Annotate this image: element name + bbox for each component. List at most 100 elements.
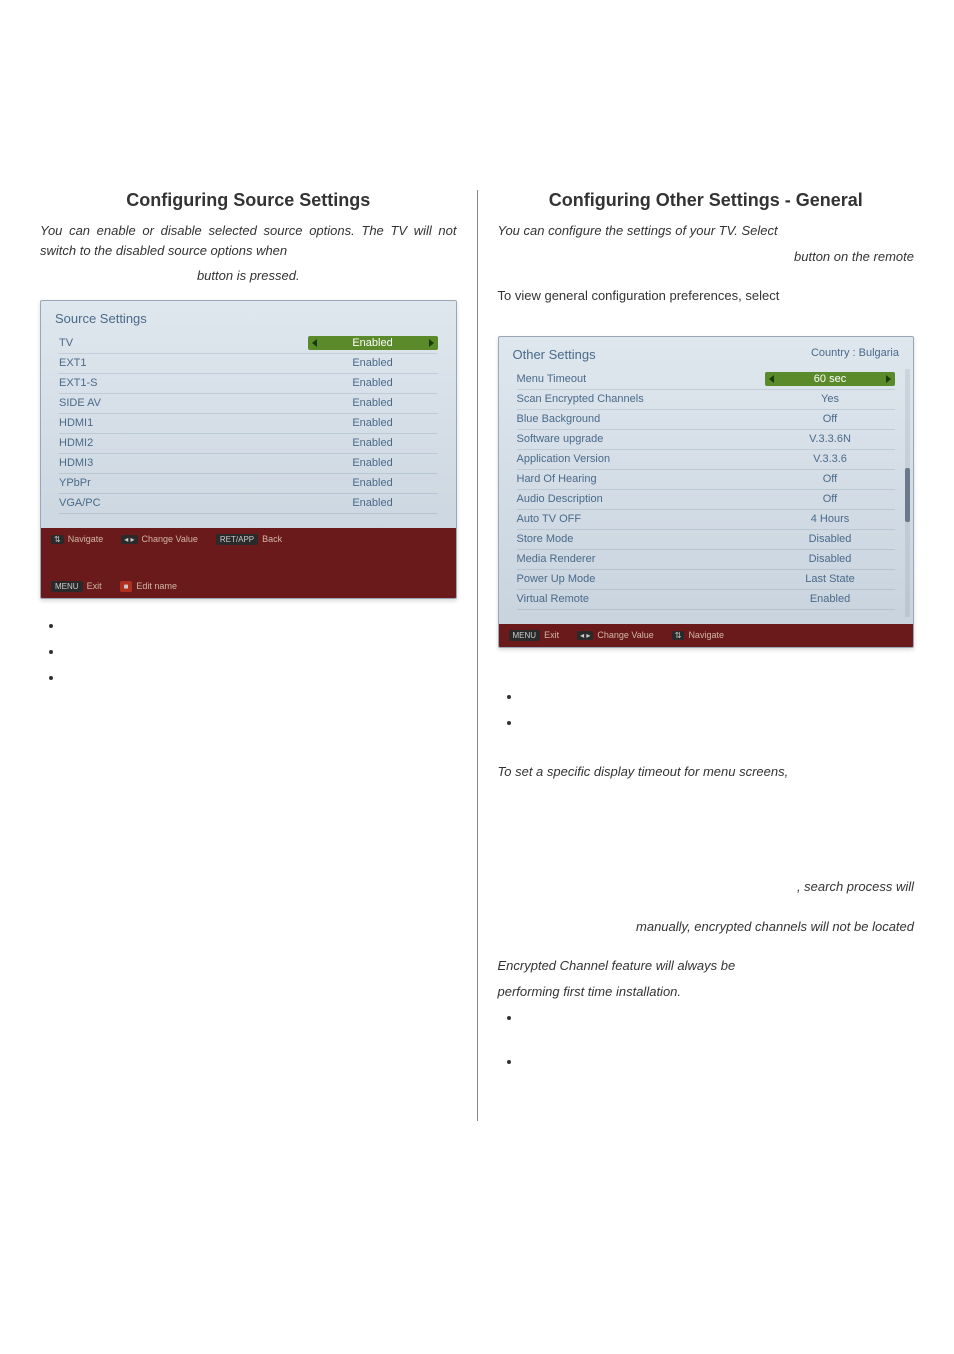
settings-row: EXT1Enabled bbox=[59, 354, 438, 374]
settings-row-label: HDMI1 bbox=[59, 417, 308, 429]
settings-row-value: 4 Hours bbox=[765, 513, 895, 525]
settings-row-label: Virtual Remote bbox=[517, 593, 766, 605]
settings-row-value: Enabled bbox=[308, 377, 438, 389]
settings-row-label: Audio Description bbox=[517, 493, 766, 505]
settings-row-value: 60 sec bbox=[765, 372, 895, 386]
search-tail: , search process will bbox=[498, 877, 915, 897]
settings-row-label: EXT1-S bbox=[59, 377, 308, 389]
right-intro-2: button on the remote bbox=[498, 247, 915, 267]
settings-row: Media RendererDisabled bbox=[517, 550, 896, 570]
settings-row: Store ModeDisabled bbox=[517, 530, 896, 550]
left-bullet-list bbox=[40, 617, 457, 695]
right-bullet-list-1 bbox=[498, 688, 915, 740]
settings-row: Virtual RemoteEnabled bbox=[517, 590, 896, 610]
left-section-title: Configuring Source Settings bbox=[40, 190, 457, 211]
settings-row-value: Enabled bbox=[308, 437, 438, 449]
settings-row-label: Store Mode bbox=[517, 533, 766, 545]
source-settings-screenshot: Source Settings TVEnabledEXT1EnabledEXT1… bbox=[40, 300, 457, 599]
leftright-icon: ◂ ▸ bbox=[121, 535, 137, 544]
settings-row-value: Last State bbox=[765, 573, 895, 585]
right-section-title: Configuring Other Settings - General bbox=[498, 190, 915, 211]
settings-row-value: Off bbox=[765, 473, 895, 485]
settings-row-label: SIDE AV bbox=[59, 397, 308, 409]
settings-row: VGA/PCEnabled bbox=[59, 494, 438, 514]
settings-row: YPbPrEnabled bbox=[59, 474, 438, 494]
bullet-item bbox=[522, 714, 915, 740]
bullet-item bbox=[64, 643, 457, 669]
settings-row-label: Hard Of Hearing bbox=[517, 473, 766, 485]
bullet-item bbox=[522, 1009, 915, 1053]
settings-row-label: HDMI2 bbox=[59, 437, 308, 449]
enc-line-2: performing first time installation. bbox=[498, 982, 915, 1002]
timeout-text: To set a specific display timeout for me… bbox=[498, 762, 915, 782]
settings-row: HDMI3Enabled bbox=[59, 454, 438, 474]
settings-row-label: VGA/PC bbox=[59, 497, 308, 509]
settings-row: Blue BackgroundOff bbox=[517, 410, 896, 430]
country-label: Country : Bulgaria bbox=[811, 347, 899, 359]
settings-row: HDMI1Enabled bbox=[59, 414, 438, 434]
settings-row-label: Auto TV OFF bbox=[517, 513, 766, 525]
settings-row: Menu Timeout60 sec bbox=[517, 370, 896, 390]
settings-row: TVEnabled bbox=[59, 334, 438, 354]
settings-row: Auto TV OFF4 Hours bbox=[517, 510, 896, 530]
right-intro-1: You can configure the settings of your T… bbox=[498, 221, 915, 241]
leftright-icon: ◂ ▸ bbox=[577, 631, 593, 640]
scrollbar bbox=[905, 369, 910, 617]
left-intro-1: You can enable or disable selected sourc… bbox=[40, 221, 457, 260]
settings-row-value: Enabled bbox=[308, 357, 438, 369]
footer-edit: Edit name bbox=[136, 581, 177, 591]
settings-row-value: V.3.3.6N bbox=[765, 433, 895, 445]
menu-key-icon: MENU bbox=[509, 630, 541, 641]
enc-line-1: Encrypted Channel feature will always be bbox=[498, 956, 915, 976]
settings-row: Hard Of HearingOff bbox=[517, 470, 896, 490]
settings-row: HDMI2Enabled bbox=[59, 434, 438, 454]
column-divider bbox=[477, 190, 478, 1121]
settings-row-value: Enabled bbox=[308, 457, 438, 469]
settings-row: EXT1-SEnabled bbox=[59, 374, 438, 394]
settings-row: Application VersionV.3.3.6 bbox=[517, 450, 896, 470]
settings-row-label: HDMI3 bbox=[59, 457, 308, 469]
settings-row-label: TV bbox=[59, 337, 308, 349]
right-general-para: To view general configuration preference… bbox=[498, 286, 915, 306]
settings-row-value: Enabled bbox=[308, 477, 438, 489]
other-settings-screenshot: Other Settings Country : Bulgaria Menu T… bbox=[498, 336, 915, 648]
right-bullet-list-2 bbox=[498, 1009, 915, 1097]
footer-change: Change Value bbox=[597, 630, 653, 640]
settings-row-value: Off bbox=[765, 413, 895, 425]
settings-row-label: Scan Encrypted Channels bbox=[517, 393, 766, 405]
settings-row-label: EXT1 bbox=[59, 357, 308, 369]
settings-row-value: Enabled bbox=[308, 497, 438, 509]
bullet-item bbox=[64, 617, 457, 643]
red-key-icon: ■ bbox=[120, 581, 133, 592]
settings-row: SIDE AVEnabled bbox=[59, 394, 438, 414]
settings-row-value: Enabled bbox=[308, 336, 438, 350]
settings-row-label: Power Up Mode bbox=[517, 573, 766, 585]
settings-row: Power Up ModeLast State bbox=[517, 570, 896, 590]
source-settings-title: Source Settings bbox=[41, 301, 456, 332]
retapp-key-icon: RET/APP bbox=[216, 534, 258, 545]
settings-row-value: Off bbox=[765, 493, 895, 505]
footer-exit: Exit bbox=[544, 630, 559, 640]
settings-row-label: Menu Timeout bbox=[517, 373, 766, 385]
settings-row-value: Enabled bbox=[308, 417, 438, 429]
settings-row-value: V.3.3.6 bbox=[765, 453, 895, 465]
settings-row: Scan Encrypted ChannelsYes bbox=[517, 390, 896, 410]
settings-row-label: YPbPr bbox=[59, 477, 308, 489]
footer-exit: Exit bbox=[87, 581, 102, 591]
footer-navigate: Navigate bbox=[688, 630, 724, 640]
settings-row-value: Enabled bbox=[308, 397, 438, 409]
settings-row-label: Software upgrade bbox=[517, 433, 766, 445]
footer-back: Back bbox=[262, 534, 282, 544]
footer-change: Change Value bbox=[142, 534, 198, 544]
search-text-2: manually, encrypted channels will not be… bbox=[498, 917, 915, 937]
bullet-item bbox=[522, 1053, 915, 1097]
settings-row: Software upgradeV.3.3.6N bbox=[517, 430, 896, 450]
settings-row-value: Enabled bbox=[765, 593, 895, 605]
left-intro-2: button is pressed. bbox=[40, 266, 457, 286]
updown-icon: ⇅ bbox=[672, 631, 685, 640]
updown-icon: ⇅ bbox=[51, 535, 64, 544]
settings-row-value: Yes bbox=[765, 393, 895, 405]
footer-navigate: Navigate bbox=[68, 534, 104, 544]
settings-row-value: Disabled bbox=[765, 533, 895, 545]
settings-row-label: Blue Background bbox=[517, 413, 766, 425]
